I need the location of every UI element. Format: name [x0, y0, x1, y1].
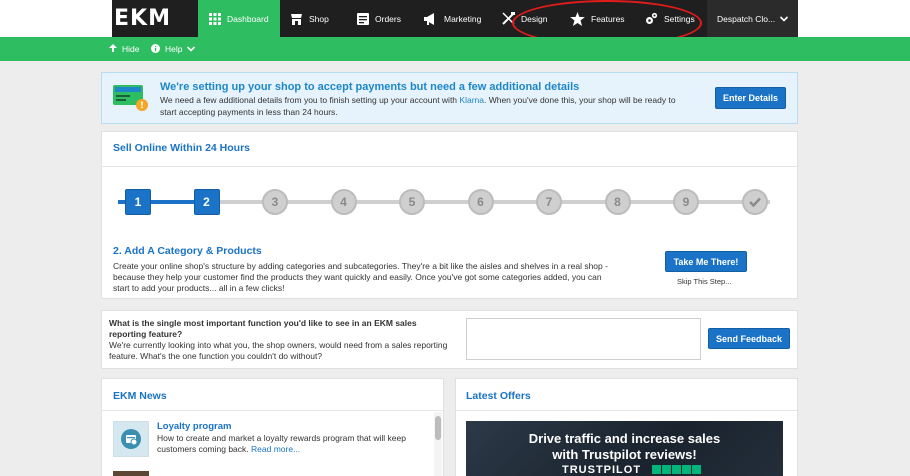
step-3[interactable]: 3: [262, 189, 288, 215]
news-scrollbar-thumb[interactable]: [435, 416, 441, 440]
offers-title: Latest Offers: [466, 390, 531, 402]
chevron-down-icon: [187, 44, 196, 54]
logo-text: EKM: [114, 6, 171, 31]
help-label: Help: [165, 44, 183, 54]
step-1[interactable]: 1: [125, 189, 151, 215]
step-title: 2. Add A Category & Products: [113, 245, 262, 257]
nav-features-label: Features: [591, 13, 625, 24]
account-dropdown[interactable]: Despatch Clo...: [707, 0, 798, 37]
ekm-logo[interactable]: EKM: [112, 0, 196, 37]
step-9[interactable]: 9: [673, 189, 699, 215]
rating-star-icon: [662, 465, 671, 474]
news-divider: [101, 410, 444, 411]
shop-icon: [290, 12, 303, 25]
nav-design[interactable]: Design: [502, 0, 547, 37]
alert-text: We need a few additional details from yo…: [160, 95, 690, 118]
nav-design-label: Design: [521, 13, 548, 24]
star-icon: [570, 11, 585, 26]
trustpilot-logo: TRUSTPILOT: [562, 464, 642, 476]
nav-shop-label: Shop: [309, 13, 329, 24]
payment-setup-alert: We're setting up your shop to accept pay…: [101, 72, 798, 124]
offer-subheadline: with Trustpilot reviews!: [552, 447, 697, 462]
step-4[interactable]: 4: [330, 189, 357, 215]
take-me-there-button[interactable]: Take Me There!: [665, 251, 747, 272]
step-2[interactable]: 2: [193, 189, 220, 215]
loyalty-program-thumbnail[interactable]: [113, 421, 149, 457]
rating-star-icon: [682, 465, 691, 474]
news-item-text: How to create and market a loyalty rewar…: [157, 433, 417, 455]
skip-step-link[interactable]: Skip This Step...: [677, 276, 731, 287]
nav-dashboard[interactable]: Dashboard: [198, 0, 280, 37]
arrow-up-icon: [109, 44, 117, 54]
news-item-title[interactable]: Loyalty program: [157, 421, 231, 432]
rating-star-icon: [652, 465, 661, 474]
nav-dashboard-label: Dashboard: [227, 13, 269, 24]
chevron-down-icon: [779, 14, 789, 24]
rating-star-icon: [672, 465, 681, 474]
megaphone-icon: [423, 12, 438, 25]
nav-settings-label: Settings: [664, 13, 695, 24]
step-complete-checkmark-icon[interactable]: [741, 189, 768, 215]
trustpilot-offer-banner[interactable]: Drive traffic and increase sales with Tr…: [466, 421, 783, 476]
nav-marketing[interactable]: Marketing: [423, 0, 481, 37]
orders-icon: [356, 12, 369, 25]
news-thumbnail-2[interactable]: [113, 471, 149, 476]
app-frame: EKM Dashboard Shop Orders Marketing Desi…: [0, 0, 910, 476]
alert-title: We're setting up your shop to accept pay…: [160, 81, 580, 93]
step-description: Create your online shop's structure by a…: [113, 261, 608, 293]
feedback-textarea[interactable]: [466, 318, 701, 360]
help-dropdown[interactable]: Help: [151, 37, 196, 61]
step-5[interactable]: 5: [399, 189, 425, 215]
offers-divider: [455, 410, 798, 411]
design-icon: [502, 12, 515, 25]
read-more-link[interactable]: Read more...: [251, 444, 300, 454]
nav-features[interactable]: Features: [570, 0, 625, 37]
offer-headline: Drive traffic and increase sales: [528, 431, 721, 446]
step-7[interactable]: 7: [536, 189, 562, 215]
setup-title: Sell Online Within 24 Hours: [113, 142, 251, 154]
grid-icon: [208, 12, 221, 25]
klarna-link[interactable]: Klarna: [459, 95, 484, 105]
rating-star-icon: [692, 465, 701, 474]
alert-text-start: We need a few additional details from yo…: [160, 95, 460, 105]
nav-marketing-label: Marketing: [444, 13, 482, 24]
setup-divider: [101, 166, 798, 167]
klarna-icon: [112, 83, 150, 113]
nav-orders[interactable]: Orders: [356, 0, 401, 37]
feedback-question: What is the single most important functi…: [109, 318, 417, 339]
step-6[interactable]: 6: [467, 189, 494, 215]
send-feedback-button[interactable]: Send Feedback: [708, 328, 790, 349]
top-navbar: EKM Dashboard Shop Orders Marketing Desi…: [0, 0, 910, 37]
hide-button[interactable]: Hide: [109, 37, 139, 61]
news-title: EKM News: [113, 390, 167, 402]
feedback-description: We're currently looking into what you, t…: [109, 340, 448, 361]
nav-shop[interactable]: Shop: [290, 0, 329, 37]
nav-orders-label: Orders: [375, 13, 401, 24]
info-icon: [151, 43, 160, 55]
enter-details-button[interactable]: Enter Details: [715, 87, 786, 109]
hide-label: Hide: [122, 44, 140, 54]
account-label: Despatch Clo...: [717, 13, 776, 24]
step-8[interactable]: 8: [604, 189, 631, 215]
gears-icon: [645, 12, 658, 25]
nav-settings[interactable]: Settings: [645, 0, 695, 37]
sub-toolbar: Hide Help: [0, 37, 910, 61]
